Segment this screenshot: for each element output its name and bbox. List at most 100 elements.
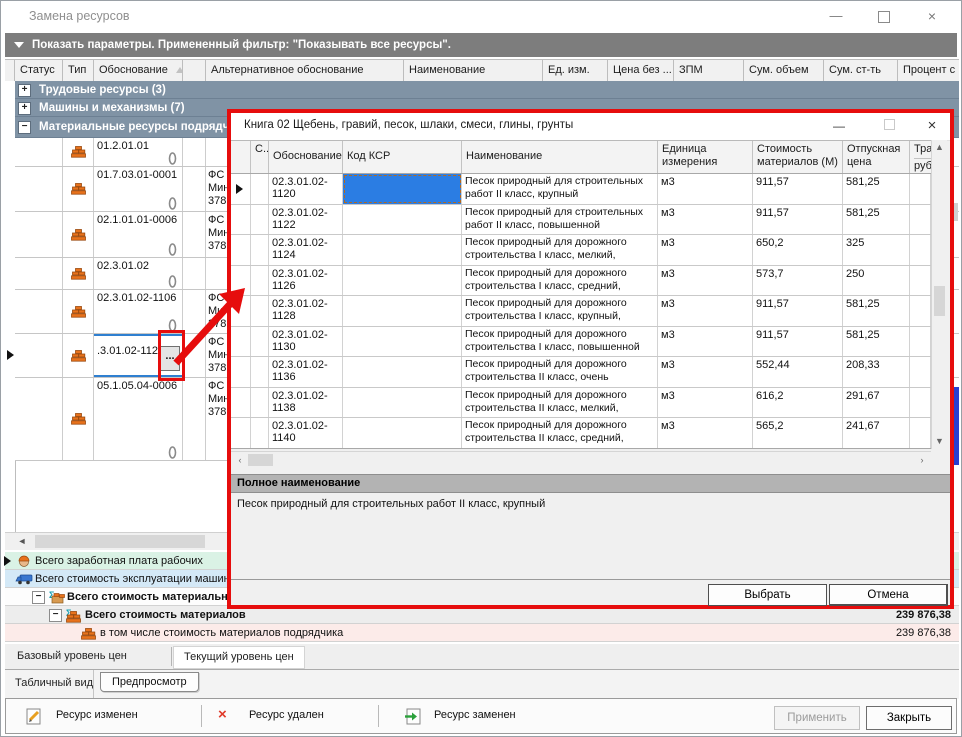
unit-cell[interactable]: м3: [658, 418, 753, 448]
code-cell[interactable]: 01.7.03.01-0001: [94, 167, 183, 211]
name-cell[interactable]: Песок природный для дорожного строительс…: [462, 418, 658, 448]
header-code[interactable]: Обоснование: [94, 60, 183, 82]
dialog-row[interactable]: 02.3.01.02-1130 Песок природный для доро…: [231, 327, 931, 358]
code-cell[interactable]: 02.3.01.02-1136: [269, 357, 343, 387]
unit-cell[interactable]: м3: [658, 357, 753, 387]
dialog-row[interactable]: 02.3.01.02-1138 Песок природный для доро…: [231, 388, 931, 419]
code-cell[interactable]: 01.2.01.01: [94, 138, 183, 166]
code-cell[interactable]: 02.3.01.02-1122: [269, 205, 343, 235]
collapse-icon[interactable]: −: [49, 609, 62, 622]
scroll-left-icon[interactable]: ‹: [233, 454, 247, 467]
transport-cell[interactable]: [910, 296, 931, 326]
ksr-cell[interactable]: [343, 205, 462, 235]
price-cell[interactable]: 581,25: [843, 296, 910, 326]
header-justification[interactable]: Обоснование: [269, 141, 343, 173]
dialog-maximize-button[interactable]: [876, 116, 902, 136]
cost-cell[interactable]: 573,7: [753, 266, 843, 296]
collapse-icon[interactable]: −: [18, 121, 31, 134]
dialog-row[interactable]: 02.3.01.02-1128 Песок природный для доро…: [231, 296, 931, 327]
ksr-cell[interactable]: [343, 357, 462, 387]
close-window-button[interactable]: Закрыть: [866, 706, 952, 730]
scrollbar-thumb[interactable]: [934, 286, 945, 316]
unit-cell[interactable]: м3: [658, 327, 753, 357]
name-cell[interactable]: Песок природный для дорожного строительс…: [462, 266, 658, 296]
header-type[interactable]: Тип: [63, 60, 94, 82]
header-num[interactable]: С..: [251, 141, 269, 173]
transport-cell[interactable]: [910, 327, 931, 357]
scroll-up-icon[interactable]: ▲: [932, 140, 947, 155]
tab-base-price-level[interactable]: Базовый уровень цен: [7, 646, 137, 667]
price-cell[interactable]: 581,25: [843, 327, 910, 357]
unit-cell[interactable]: м3: [658, 296, 753, 326]
dialog-row[interactable]: 02.3.01.02-1124 Песок природный для доро…: [231, 235, 931, 266]
code-cell[interactable]: 02.3.01.02-1128: [269, 296, 343, 326]
name-cell[interactable]: Песок природный для строительных работ I…: [462, 205, 658, 235]
cost-cell[interactable]: 911,57: [753, 174, 843, 204]
tab-table-view[interactable]: Табличный вид: [15, 677, 93, 689]
ksr-cell[interactable]: [343, 327, 462, 357]
header-total[interactable]: Сум. ст-ть: [824, 60, 898, 82]
transport-cell[interactable]: [910, 388, 931, 418]
name-cell[interactable]: Песок природный для дорожного строительс…: [462, 296, 658, 326]
price-cell[interactable]: 250: [843, 266, 910, 296]
transport-cell[interactable]: [910, 174, 931, 204]
maximize-button[interactable]: [869, 5, 899, 27]
header-cost[interactable]: Стоимость материалов (М): [753, 141, 843, 173]
minimize-button[interactable]: —: [821, 5, 851, 27]
tab-preview[interactable]: Предпросмотр: [100, 672, 199, 692]
unit-cell[interactable]: м3: [658, 235, 753, 265]
header-ksr-code[interactable]: Код КСР: [343, 141, 462, 173]
code-cell[interactable]: 02.3.01.02-1126: [269, 266, 343, 296]
dialog-vertical-scrollbar[interactable]: ▲ ▼: [931, 140, 947, 449]
scroll-right-icon[interactable]: ›: [915, 454, 929, 467]
expand-icon[interactable]: +: [18, 84, 31, 97]
filter-bar[interactable]: Показать параметры. Примененный фильтр: …: [5, 33, 957, 57]
header-status[interactable]: Статус: [15, 60, 63, 82]
header-alt[interactable]: Альтернативное обоснование: [206, 60, 404, 82]
code-cell[interactable]: 02.3.01.02-1124: [269, 235, 343, 265]
cost-cell[interactable]: 616,2: [753, 388, 843, 418]
cancel-button[interactable]: Отмена: [829, 584, 948, 606]
transport-cell[interactable]: [910, 266, 931, 296]
dialog-horizontal-scrollbar[interactable]: ‹ ›: [231, 451, 931, 467]
code-cell[interactable]: 02.3.01.02-1140: [269, 418, 343, 448]
unit-cell[interactable]: м3: [658, 388, 753, 418]
group-row-labor[interactable]: + Трудовые ресурсы (3): [15, 81, 959, 99]
dialog-row[interactable]: 02.3.01.02-1126 Песок природный для доро…: [231, 266, 931, 297]
ksr-cell[interactable]: [343, 235, 462, 265]
price-cell[interactable]: 291,67: [843, 388, 910, 418]
cost-cell[interactable]: 911,57: [753, 327, 843, 357]
dialog-close-button[interactable]: ×: [919, 116, 945, 136]
price-cell[interactable]: 208,33: [843, 357, 910, 387]
header-zpm[interactable]: ЗПМ: [674, 60, 744, 82]
code-cell[interactable]: 02.1.01.01-0006: [94, 212, 183, 257]
header-price[interactable]: Цена без ...: [608, 60, 674, 82]
dialog-row[interactable]: 02.3.01.02-1140 Песок природный для доро…: [231, 418, 931, 449]
collapse-icon[interactable]: −: [32, 591, 45, 604]
cost-cell[interactable]: 911,57: [753, 205, 843, 235]
dialog-row[interactable]: 02.3.01.02-1136 Песок природный для доро…: [231, 357, 931, 388]
transport-cell[interactable]: [910, 205, 931, 235]
name-cell[interactable]: Песок природный для дорожного строительс…: [462, 357, 658, 387]
dialog-row-selected[interactable]: 02.3.01.02-1120 Песок природный для стро…: [231, 174, 931, 205]
header-unit[interactable]: Единица измерения: [658, 141, 753, 173]
name-cell[interactable]: Песок природный для дорожного строительс…: [462, 327, 658, 357]
price-cell[interactable]: 581,25: [843, 174, 910, 204]
summary-row-contractor-materials[interactable]: в том числе стоимость материалов подрядч…: [5, 624, 959, 642]
unit-cell[interactable]: м3: [658, 174, 753, 204]
close-button[interactable]: ×: [917, 5, 947, 27]
scrollbar-thumb[interactable]: [248, 454, 273, 466]
dialog-row[interactable]: 02.3.01.02-1122 Песок природный для стро…: [231, 205, 931, 236]
ksr-cell[interactable]: [343, 296, 462, 326]
unit-cell[interactable]: м3: [658, 205, 753, 235]
scrollbar-thumb[interactable]: [35, 535, 205, 548]
code-cell[interactable]: 02.3.01.02-1120: [269, 174, 343, 204]
header-unit[interactable]: Ед. изм.: [543, 60, 608, 82]
scroll-left-icon[interactable]: ◄: [15, 535, 29, 548]
header-volume[interactable]: Сум. объем: [744, 60, 824, 82]
cost-cell[interactable]: 911,57: [753, 296, 843, 326]
ksr-cell-selected[interactable]: [343, 174, 462, 204]
header-transport[interactable]: Траруб: [910, 141, 931, 173]
cost-cell[interactable]: 650,2: [753, 235, 843, 265]
price-cell[interactable]: 581,25: [843, 205, 910, 235]
